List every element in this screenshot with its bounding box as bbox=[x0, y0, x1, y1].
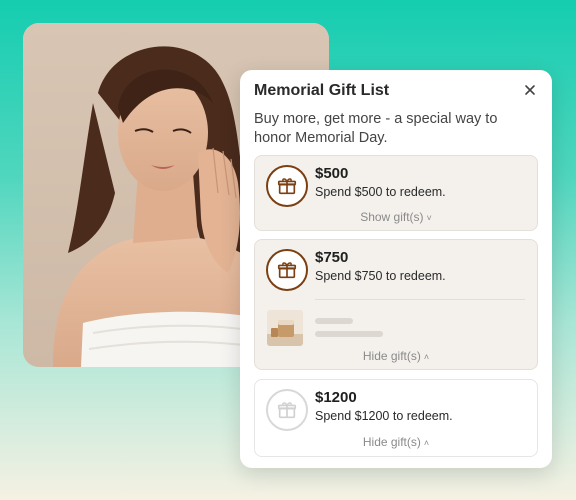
gift-icon bbox=[266, 165, 308, 207]
tier-description: Spend $750 to redeem. bbox=[315, 269, 446, 283]
tier-amount: $1200 bbox=[315, 389, 357, 406]
gift-name-placeholder bbox=[315, 318, 353, 324]
show-gifts-toggle[interactable]: Show gift(s) ˅ bbox=[255, 210, 537, 224]
popup-title: Memorial Gift List bbox=[254, 82, 390, 99]
hide-gifts-toggle[interactable]: Hide gift(s) ˄ bbox=[255, 349, 537, 363]
divider bbox=[315, 299, 525, 300]
gift-tier-1200: $1200 Spend $1200 to redeem. Hide gift(s… bbox=[254, 379, 538, 457]
tier-description: Spend $1200 to redeem. bbox=[315, 409, 453, 423]
gift-icon bbox=[266, 249, 308, 291]
toggle-label: Show gift(s) bbox=[360, 210, 424, 224]
tier-amount: $500 bbox=[315, 165, 349, 182]
hide-gifts-toggle[interactable]: Hide gift(s) ˄ bbox=[255, 435, 537, 449]
gift-icon bbox=[266, 389, 308, 431]
close-icon bbox=[525, 85, 535, 95]
close-button[interactable] bbox=[522, 82, 538, 98]
gift-product-thumbnail[interactable] bbox=[267, 310, 303, 346]
toggle-label: Hide gift(s) bbox=[362, 349, 421, 363]
gift-tier-500: $500 Spend $500 to redeem. Show gift(s) ˅ bbox=[254, 155, 538, 231]
tier-description: Spend $500 to redeem. bbox=[315, 185, 446, 199]
tier-amount: $750 bbox=[315, 249, 349, 266]
gift-tier-750: $750 Spend $750 to redeem. Hide gift(s) ˄ bbox=[254, 239, 538, 370]
gift-detail-placeholder bbox=[315, 331, 383, 337]
chevron-up-icon: ˄ bbox=[423, 438, 430, 448]
chevron-down-icon: ˅ bbox=[426, 213, 432, 223]
chevron-up-icon: ˄ bbox=[423, 352, 430, 362]
gift-list-popup: Memorial Gift List Buy more, get more - … bbox=[240, 70, 552, 468]
popup-subtitle: Buy more, get more - a special way to ho… bbox=[254, 111, 498, 146]
toggle-label: Hide gift(s) bbox=[362, 435, 421, 449]
